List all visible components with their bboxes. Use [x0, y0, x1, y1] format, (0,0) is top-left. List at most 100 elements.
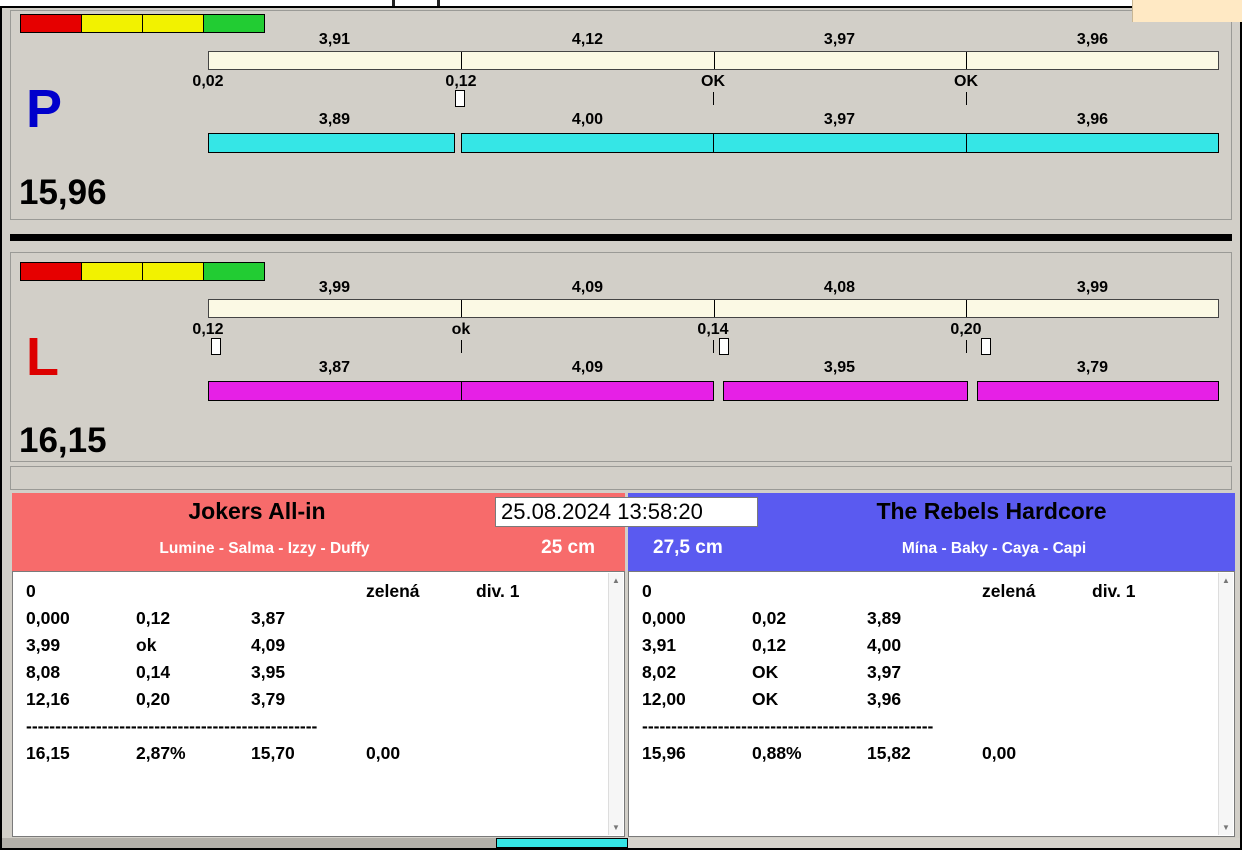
fault-marker-box [211, 338, 221, 355]
table-row: 8,08 0,14 3,95 [13, 659, 624, 686]
table-row: 12,16 0,20 3,79 [13, 686, 624, 713]
table-row: 12,00 OK 3,96 [629, 686, 1234, 713]
cell: ok [136, 635, 157, 655]
split-bar-segment [723, 381, 968, 401]
fault-mark-label: 0,12 [192, 321, 224, 338]
cell: 3,95 [251, 662, 286, 682]
fault-mark-label: 0,20 [950, 321, 982, 338]
scrollbar[interactable]: ▲ ▼ [1218, 573, 1233, 835]
split-time-label: 3,91 [318, 31, 351, 48]
scroll-up-icon[interactable]: ▲ [1219, 573, 1233, 588]
cell [476, 659, 624, 686]
bar-divider [461, 300, 462, 317]
table-row: 3,99 ok 4,09 [13, 632, 624, 659]
cell [1092, 740, 1234, 767]
jump-height-badge: 25 cm [541, 537, 595, 558]
background-window-fragment [1132, 0, 1242, 22]
start-light-red-icon [20, 262, 82, 281]
start-light-red-icon [20, 14, 82, 33]
lane-panel-l: 3,99 4,09 4,08 3,99 0,12 ok 0,14 0,20 3,… [10, 252, 1232, 462]
lane-letter: L [26, 327, 59, 387]
cell: 3,87 [251, 608, 286, 628]
bar-divider [966, 300, 967, 317]
start-light-yellow-icon [81, 262, 143, 281]
lane-total-time: 15,96 [19, 173, 107, 212]
cell: 15,70 [251, 743, 295, 763]
split-time-label: 3,97 [823, 111, 856, 128]
table-row: 0 zelená div. 1 [629, 578, 1234, 605]
bottom-cyan-marker [496, 838, 628, 848]
cell: 0,02 [752, 608, 787, 628]
split-time-label: 3,97 [823, 31, 856, 48]
team-members: Lumine - Salma - Izzy - Duffy [159, 540, 370, 557]
cell: 0,20 [136, 689, 171, 709]
cell [366, 632, 476, 659]
cell: 0,000 [26, 608, 70, 628]
cell: div. 1 [1092, 581, 1136, 601]
cell [752, 578, 867, 605]
cell: 3,79 [251, 689, 286, 709]
cell: 16,15 [26, 743, 70, 763]
cell: 3,91 [642, 635, 677, 655]
bottom-strip-segment [628, 838, 1240, 848]
cell: 12,00 [642, 689, 686, 709]
scroll-up-icon[interactable]: ▲ [609, 573, 623, 588]
cell [1092, 686, 1234, 713]
split-time-label: 3,99 [318, 279, 351, 296]
table-row: 0 zelená div. 1 [13, 578, 624, 605]
bottom-status-strip [2, 838, 1240, 848]
cell: 8,08 [26, 662, 61, 682]
split-time-label: 4,09 [571, 359, 604, 376]
cell [982, 605, 1092, 632]
fault-mark-label: 0,12 [445, 73, 477, 90]
fault-mark-label: ok [451, 321, 471, 338]
split-time-label: 4,08 [823, 279, 856, 296]
cell: zelená [366, 581, 420, 601]
team-name: Jokers All-in [188, 498, 326, 524]
scrollbar[interactable]: ▲ ▼ [608, 573, 623, 835]
cell [136, 578, 251, 605]
empty-status-strip [10, 466, 1232, 490]
team-name: The Rebels Hardcore [876, 498, 1107, 524]
table-total-row: 16,15 2,87% 15,70 0,00 [13, 740, 624, 767]
cell [366, 605, 476, 632]
cell: 0 [26, 581, 36, 601]
fault-mark-label: OK [701, 73, 725, 90]
team-members: Mína - Baky - Caya - Capi [901, 540, 1087, 557]
cell: 0 [642, 581, 652, 601]
cell [867, 578, 982, 605]
cell: 15,96 [642, 743, 686, 763]
bar-divider [714, 300, 715, 317]
table-row: 0,000 0,02 3,89 [629, 605, 1234, 632]
scroll-down-icon[interactable]: ▼ [609, 820, 623, 835]
cell [366, 659, 476, 686]
cell [251, 578, 366, 605]
boundary-tick [713, 340, 714, 353]
cell: 12,16 [26, 689, 70, 709]
cell: OK [752, 689, 779, 709]
cell: 4,00 [867, 635, 902, 655]
cell: 0,00 [366, 743, 401, 763]
results-table-right: 0 zelená div. 1 0,000 0,02 3,89 3,91 0,1… [628, 571, 1235, 837]
boundary-tick [966, 92, 967, 105]
cell: 0,12 [752, 635, 787, 655]
cell: div. 1 [476, 581, 520, 601]
table-separator: ----------------------------------------… [26, 716, 318, 736]
cell [476, 740, 624, 767]
bar-divider [966, 52, 967, 69]
scroll-down-icon[interactable]: ▼ [1219, 820, 1233, 835]
table-row: 0,000 0,12 3,87 [13, 605, 624, 632]
lane-total-time: 16,15 [19, 421, 107, 460]
jump-height-badge: 27,5 cm [653, 537, 723, 558]
split-time-label: 4,00 [571, 111, 604, 128]
lane-letter: P [26, 79, 63, 139]
lane-divider-bar [10, 234, 1232, 241]
cell: 0,12 [136, 608, 171, 628]
fault-marker-box [981, 338, 991, 355]
cell [366, 686, 476, 713]
split-time-label: 4,09 [571, 279, 604, 296]
start-light-yellow-icon [81, 14, 143, 33]
cell [1092, 659, 1234, 686]
cell: 15,82 [867, 743, 911, 763]
reference-split-bar [208, 51, 1219, 70]
